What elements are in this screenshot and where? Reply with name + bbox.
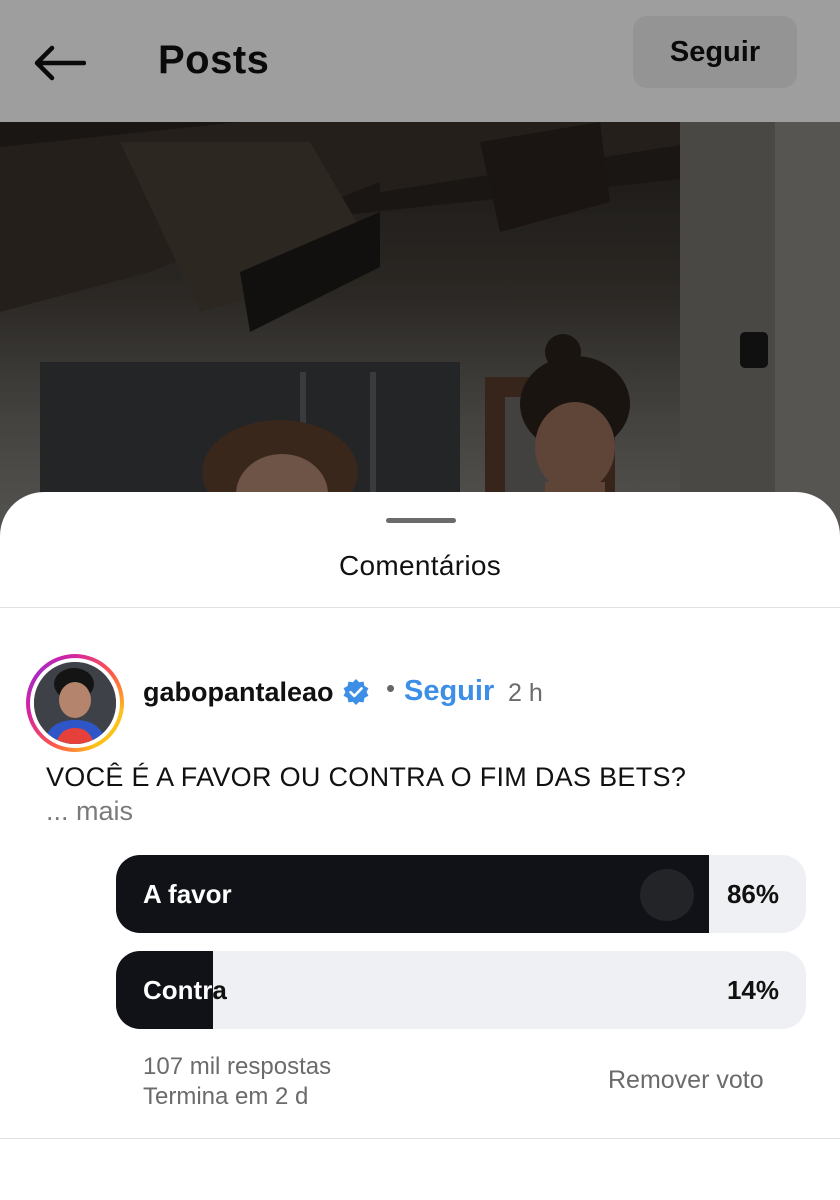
poll-option-a-favor[interactable]: A favor 86% (116, 855, 806, 933)
divider (0, 607, 840, 608)
remove-vote-button[interactable]: Remover voto (608, 1066, 764, 1095)
poll-option-percent: 14% (726, 975, 779, 1005)
voter-avatar (640, 869, 694, 921)
comment-time: 2 h (508, 679, 543, 707)
comment-username[interactable]: gabopantaleao (143, 677, 334, 708)
poll-response-count: 107 mil respostas (143, 1053, 332, 1080)
comments-sheet: Comentários gabopantaleao • Seguir 2 h V… (0, 492, 840, 1200)
divider (0, 1138, 840, 1139)
poll-end-time: Termina em 2 d (143, 1083, 309, 1110)
poll-option-label: A favor (143, 879, 232, 909)
poll-stats: 107 mil respostas Termina em 2 d (143, 1052, 331, 1112)
more-link[interactable]: ... mais (46, 796, 133, 827)
comment-text: VOCÊ É A FAVOR OU CONTRA O FIM DAS BETS? (46, 762, 687, 792)
sheet-title: Comentários (338, 550, 502, 581)
comment-follow-link[interactable]: Seguir (404, 675, 494, 708)
poll-option-label: Contra (143, 951, 227, 1029)
verified-badge-icon (343, 679, 369, 705)
avatar[interactable] (26, 654, 124, 752)
poll-option-contra[interactable]: Contra 14% (116, 951, 806, 1029)
separator-dot: • (386, 673, 396, 703)
dim-overlay (0, 0, 840, 545)
poll-option-percent: 86% (726, 879, 779, 909)
avatar-photo (34, 662, 116, 744)
drag-handle[interactable] (386, 518, 456, 523)
